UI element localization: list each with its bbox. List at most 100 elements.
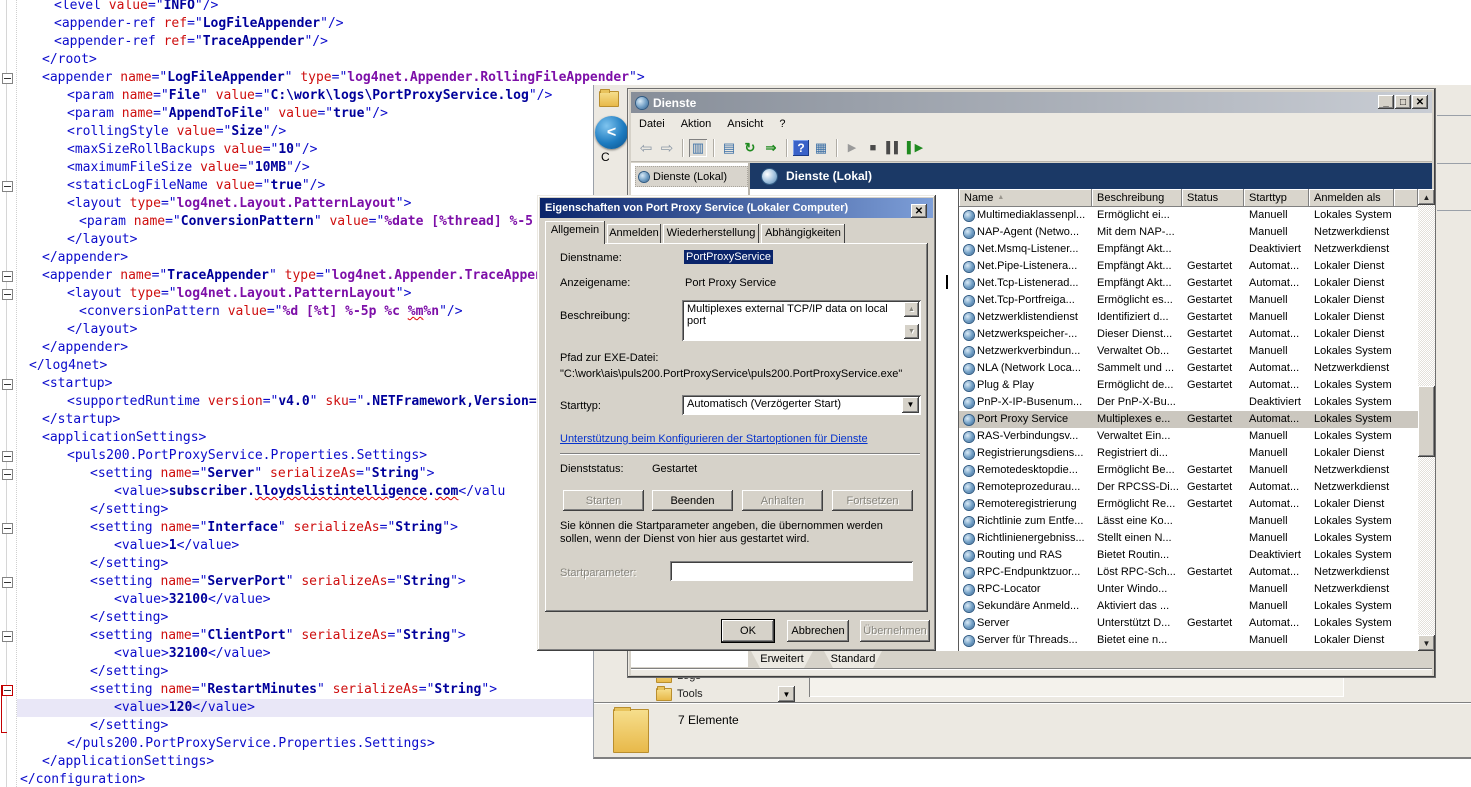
help-button[interactable]: ?: [793, 140, 809, 156]
beenden-button[interactable]: Beenden: [652, 490, 733, 511]
table-row[interactable]: RAS-Verbindungsv...Verwaltet Ein...Manue…: [959, 428, 1418, 445]
fold-toggle-icon[interactable]: [2, 685, 13, 696]
table-row[interactable]: Net.Msmq-Listener...Empfängt Akt...Deakt…: [959, 241, 1418, 258]
fold-toggle-icon[interactable]: [2, 469, 13, 480]
cell: Der RPCSS-Di...: [1092, 479, 1182, 496]
menu-ansicht[interactable]: Ansicht: [719, 116, 771, 132]
startoptionen-link[interactable]: Unterstützung beim Konfigurieren der Sta…: [560, 433, 868, 445]
start-service-button[interactable]: ▶: [843, 139, 861, 157]
table-row[interactable]: Remotedesktopdie...Ermöglicht Be...Gesta…: [959, 462, 1418, 479]
extended-view-button[interactable]: ▦: [812, 139, 830, 157]
minimize-button[interactable]: _: [1378, 95, 1394, 109]
scroll-up-button[interactable]: ▲: [1418, 189, 1435, 205]
column-header-anmeldenals[interactable]: Anmelden als: [1309, 189, 1394, 207]
export-list-button[interactable]: ⇒: [762, 139, 780, 157]
cell: Lokaler Dienst: [1309, 292, 1394, 309]
restart-service-button[interactable]: ▌▶: [906, 139, 924, 157]
forward-button[interactable]: ⇨: [658, 139, 676, 157]
abbrechen-button[interactable]: Abbrechen: [787, 620, 849, 642]
fold-toggle-icon[interactable]: [2, 379, 13, 390]
table-row[interactable]: NLA (Network Loca...Sammelt und ...Gesta…: [959, 360, 1418, 377]
table-row[interactable]: Routing und RASBietet Routin...Deaktivie…: [959, 547, 1418, 564]
table-row[interactable]: Netzwerkverbindun...Verwaltet Ob...Gesta…: [959, 343, 1418, 360]
maximize-button[interactable]: □: [1395, 95, 1411, 109]
cell: Mit dem NAP-...: [1092, 224, 1182, 241]
dialog-titlebar[interactable]: Eigenschaften von Port Proxy Service (Lo…: [540, 198, 933, 218]
vertical-scrollbar[interactable]: ▲ ▼: [1418, 189, 1435, 651]
scrollbar-thumb[interactable]: [1418, 386, 1435, 457]
table-row[interactable]: Remoteprozedurau...Der RPCSS-Di...Gestar…: [959, 479, 1418, 496]
tab-abhaengigkeiten[interactable]: Abhängigkeiten: [761, 224, 845, 243]
table-row[interactable]: Multimediaklassenpl...Ermöglicht ei...Ma…: [959, 207, 1418, 224]
fold-toggle-icon[interactable]: [2, 271, 13, 282]
table-row[interactable]: RPC-Endpunktzuor...Löst RPC-Sch...Gestar…: [959, 564, 1418, 581]
fold-toggle-icon[interactable]: [2, 523, 13, 534]
properties-button[interactable]: ▤: [720, 139, 738, 157]
table-row[interactable]: ServerUnterstützt D...GestartetAutomat..…: [959, 615, 1418, 632]
fold-toggle-icon[interactable]: [2, 181, 13, 192]
column-header-starttyp[interactable]: Starttyp: [1244, 189, 1309, 207]
fold-toggle-icon[interactable]: [2, 577, 13, 588]
table-row[interactable]: NAP-Agent (Netwo...Mit dem NAP-...Manuel…: [959, 224, 1418, 241]
dropdown-button[interactable]: ▼: [778, 686, 795, 702]
stop-service-button[interactable]: ■: [864, 139, 882, 157]
cell: Manuell: [1244, 309, 1309, 326]
back-button[interactable]: <: [595, 116, 628, 149]
scroll-up-icon[interactable]: ▲: [904, 302, 919, 317]
close-icon[interactable]: ✕: [911, 204, 927, 218]
cell: NAP-Agent (Netwo...: [959, 224, 1092, 241]
show-console-tree-button[interactable]: ▥: [689, 139, 707, 157]
menu-datei[interactable]: Datei: [631, 116, 673, 132]
pause-service-button[interactable]: ▌▌: [885, 139, 903, 157]
cell: Unter Windo...: [1092, 581, 1182, 598]
column-header-name[interactable]: Name▲: [959, 189, 1092, 207]
fold-toggle-icon[interactable]: [2, 631, 13, 642]
refresh-button[interactable]: ↻: [741, 139, 759, 157]
startparameter-input[interactable]: [670, 561, 913, 581]
tab-standard[interactable]: Standard: [824, 651, 882, 668]
tab-wiederherstellung[interactable]: Wiederherstellung: [663, 224, 759, 243]
back-button[interactable]: ⇦: [637, 139, 655, 157]
table-row[interactable]: Plug & PlayErmöglicht de...GestartetAuto…: [959, 377, 1418, 394]
cell: Lokales System: [1309, 513, 1394, 530]
sidebar-item-dienste-lokal[interactable]: Dienste (Lokal): [635, 166, 748, 187]
menu-hilfe[interactable]: ?: [771, 116, 793, 132]
dienststatus-value: Gestartet: [652, 463, 697, 475]
tab-anmelden[interactable]: Anmelden: [607, 224, 661, 243]
ok-button[interactable]: OK: [722, 620, 774, 642]
folder-tree-item[interactable]: Tools: [656, 686, 703, 702]
table-row[interactable]: NetzwerklistendienstIdentifiziert d...Ge…: [959, 309, 1418, 326]
table-row[interactable]: Richtlinienergebniss...Stellt einen N...…: [959, 530, 1418, 547]
table-row[interactable]: Sekundäre Anmeld...Aktiviert das ...Manu…: [959, 598, 1418, 615]
beschreibung-textbox[interactable]: Multiplexes external TCP/IP data on loca…: [682, 300, 921, 341]
fold-toggle-icon[interactable]: [2, 289, 13, 300]
close-button[interactable]: ✕: [1412, 95, 1428, 109]
table-row[interactable]: Net.Tcp-Portfreiga...Ermöglicht es...Ges…: [959, 292, 1418, 309]
menu-aktion[interactable]: Aktion: [673, 116, 720, 132]
service-gear-icon: [964, 534, 974, 544]
table-row[interactable]: Netzwerkspeicher-...Dieser Dienst...Gest…: [959, 326, 1418, 343]
table-row[interactable]: Richtlinie zum Entfe...Lässt eine Ko...M…: [959, 513, 1418, 530]
fold-toggle-icon[interactable]: [2, 73, 13, 84]
fold-toggle-icon[interactable]: [2, 451, 13, 462]
dienste-titlebar[interactable]: Dienste _ □ ✕: [631, 92, 1432, 113]
table-row[interactable]: RPC-LocatorUnter Windo...ManuellNetzwerk…: [959, 581, 1418, 598]
table-row[interactable]: Net.Pipe-Listenera...Empfängt Akt...Gest…: [959, 258, 1418, 275]
column-header-status[interactable]: Status: [1182, 189, 1244, 207]
table-row[interactable]: PnP-X-IP-Busenum...Der PnP-X-Bu...Deakti…: [959, 394, 1418, 411]
scroll-down-button[interactable]: ▼: [1418, 635, 1435, 651]
table-row[interactable]: Net.Tcp-Listenerad...Empfängt Akt...Gest…: [959, 275, 1418, 292]
starttyp-select[interactable]: Automatisch (Verzögerter Start) ▼: [682, 395, 921, 415]
table-row[interactable]: Registrierungsdiens...Registriert di...M…: [959, 445, 1418, 462]
tab-erweitert[interactable]: Erweitert: [751, 651, 813, 668]
cell: Gestartet: [1182, 462, 1244, 479]
menu-bar: DateiAktionAnsicht?: [631, 113, 1432, 135]
dienstname-value[interactable]: PortProxyService: [684, 250, 773, 264]
table-row[interactable]: Server für Threads...Bietet eine n...Man…: [959, 632, 1418, 649]
table-row[interactable]: RemoteregistrierungErmöglicht Re...Gesta…: [959, 496, 1418, 513]
scroll-down-icon[interactable]: ▼: [904, 324, 919, 339]
table-row[interactable]: Port Proxy ServiceMultiplexes e...Gestar…: [959, 411, 1418, 428]
tab-allgemein[interactable]: Allgemein: [545, 221, 605, 244]
chevron-down-icon[interactable]: ▼: [902, 397, 919, 413]
column-header-beschreibung[interactable]: Beschreibung: [1092, 189, 1182, 207]
